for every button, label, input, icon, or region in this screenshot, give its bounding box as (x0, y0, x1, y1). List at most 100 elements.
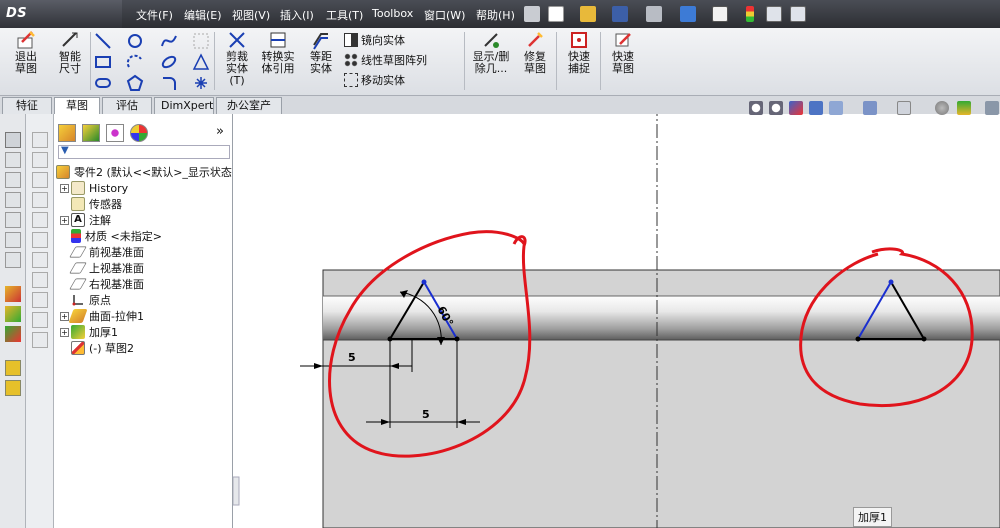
fillet-feature-icon[interactable] (5, 232, 21, 248)
planar-surface-icon[interactable] (32, 232, 48, 248)
pin-icon[interactable] (524, 6, 540, 22)
tab-office-products[interactable]: 办公室产品 (216, 97, 282, 127)
tree-item-history[interactable]: + History (60, 180, 128, 196)
line-icon[interactable] (94, 32, 112, 50)
menu-help[interactable]: 帮助(H) (476, 7, 515, 23)
tree-item-material[interactable]: 材质 <未指定> (71, 228, 162, 244)
offset-entities-button[interactable]: 等距实体 (302, 30, 340, 75)
undo-icon[interactable] (680, 6, 696, 22)
options-icon[interactable] (790, 6, 806, 22)
bottom-dimension-text[interactable]: 5 (422, 408, 430, 421)
tree-item-right-plane[interactable]: 右视基准面 (69, 276, 144, 292)
polygon-icon[interactable] (126, 74, 144, 92)
previous-view-icon[interactable] (789, 101, 803, 115)
menu-insert[interactable]: 插入(I) (280, 7, 314, 23)
sweep-icon[interactable] (5, 172, 21, 188)
smart-dimension-side-icon[interactable] (5, 306, 21, 322)
trim-surface-icon[interactable] (32, 292, 48, 308)
tree-item-origin[interactable]: 原点 (71, 292, 111, 308)
sketch-pencil-icon[interactable] (5, 286, 21, 302)
display-style-icon[interactable] (863, 101, 877, 115)
ellipse-icon[interactable] (160, 53, 178, 71)
hide-show-items-icon[interactable] (897, 101, 911, 115)
shell-icon[interactable] (5, 252, 21, 268)
zoom-to-fit-icon[interactable] (749, 101, 763, 115)
surface-sweep-icon[interactable] (32, 172, 48, 188)
extend-surface-icon[interactable] (32, 312, 48, 328)
menu-edit[interactable]: 编辑(E) (184, 7, 222, 23)
spline-icon[interactable] (160, 32, 178, 50)
configuration-manager-tab-icon[interactable] (106, 124, 124, 142)
tab-features[interactable]: 特征 (2, 97, 52, 114)
expand-panel-icon[interactable]: » (216, 124, 224, 139)
select-cursor-icon[interactable] (712, 6, 728, 22)
panel-collapse-handle[interactable] (233, 476, 240, 506)
revolve-icon[interactable] (5, 152, 21, 168)
menu-view[interactable]: 视图(V) (232, 7, 270, 23)
menu-file[interactable]: 文件(F) (136, 7, 173, 23)
rebuild-traffic-light-icon[interactable] (746, 6, 754, 22)
edit-appearance-icon[interactable] (935, 101, 949, 115)
expand-toggle-icon[interactable]: + (60, 215, 69, 225)
point-icon[interactable] (192, 74, 210, 92)
rapid-sketch-button[interactable]: 快速草图 (604, 30, 642, 75)
move-entities-button[interactable]: 移动实体 (344, 72, 405, 88)
exit-sketch-button[interactable]: 退出草图 (6, 30, 46, 75)
linear-pattern-button[interactable]: 线性草图阵列 (344, 52, 427, 68)
open-folder-icon[interactable] (580, 6, 596, 22)
knit-surface-icon[interactable] (32, 272, 48, 288)
print-icon[interactable] (646, 6, 662, 22)
relations-side-icon[interactable] (5, 326, 21, 342)
apply-scene-icon[interactable] (957, 101, 971, 115)
cut-icon[interactable] (5, 212, 21, 228)
fill-surface-icon[interactable] (32, 252, 48, 268)
tab-sketch[interactable]: 草图 (54, 97, 100, 114)
zoom-area-icon[interactable] (769, 101, 783, 115)
tree-item-annotations[interactable]: + A 注解 (60, 212, 111, 228)
convert-entities-button[interactable]: 转换实体引用 (258, 30, 298, 75)
text-icon[interactable] (192, 53, 210, 71)
trim-entities-button[interactable]: 剪裁实体(T) (218, 30, 256, 87)
tree-item-sketch2[interactable]: (-) 草图2 (71, 340, 134, 356)
loft-icon[interactable] (5, 192, 21, 208)
repair-sketch-button[interactable]: 修复草图 (516, 30, 554, 75)
slot-icon[interactable] (94, 74, 112, 92)
tab-evaluate[interactable]: 评估 (102, 97, 152, 114)
view-orientation-icon[interactable] (829, 101, 843, 115)
grid-icon[interactable] (192, 32, 210, 50)
rectangle-icon[interactable] (94, 53, 112, 71)
tree-item-sensors[interactable]: 传感器 (71, 196, 122, 212)
part-icon[interactable] (5, 380, 21, 396)
assembly-icon[interactable] (5, 360, 21, 376)
tree-item-thicken1[interactable]: + 加厚1 (60, 324, 118, 340)
new-document-icon[interactable] (548, 6, 564, 22)
tree-item-surface-extrude1[interactable]: + 曲面-拉伸1 (60, 308, 144, 324)
surface-revolve-icon[interactable] (32, 152, 48, 168)
expand-toggle-icon[interactable]: + (60, 311, 69, 321)
file-properties-icon[interactable] (766, 6, 782, 22)
save-icon[interactable] (612, 6, 628, 22)
offset-surface-icon[interactable] (32, 212, 48, 228)
tab-dimxpert[interactable]: DimXpert (154, 97, 214, 114)
extrude-icon[interactable] (5, 132, 21, 148)
tree-item-front-plane[interactable]: 前视基准面 (69, 244, 144, 260)
menu-toolbox[interactable]: Toolbox (372, 7, 413, 20)
menu-tools[interactable]: 工具(T) (326, 7, 363, 23)
section-view-icon[interactable] (809, 101, 823, 115)
display-manager-tab-icon[interactable] (130, 124, 148, 142)
surface-icon[interactable] (32, 132, 48, 148)
menu-window[interactable]: 窗口(W) (424, 7, 465, 23)
smart-dimension-button[interactable]: 智能尺寸 (50, 30, 90, 75)
expand-toggle-icon[interactable]: + (60, 183, 69, 193)
arc-icon[interactable] (126, 53, 144, 71)
tree-root-part[interactable]: 零件2 (默认<<默认>_显示状态 (56, 164, 232, 180)
view-settings-icon[interactable] (985, 101, 999, 115)
surface-loft-icon[interactable] (32, 192, 48, 208)
mirror-entities-button[interactable]: 镜向实体 (344, 32, 405, 48)
graphics-area[interactable]: 60° 5 5 (233, 101, 1000, 528)
tree-item-top-plane[interactable]: 上视基准面 (69, 260, 144, 276)
property-manager-tab-icon[interactable] (82, 124, 100, 142)
expand-toggle-icon[interactable]: + (60, 327, 69, 337)
delete-face-icon[interactable] (32, 332, 48, 348)
display-delete-relations-button[interactable]: 显示/删除几... (468, 30, 514, 75)
